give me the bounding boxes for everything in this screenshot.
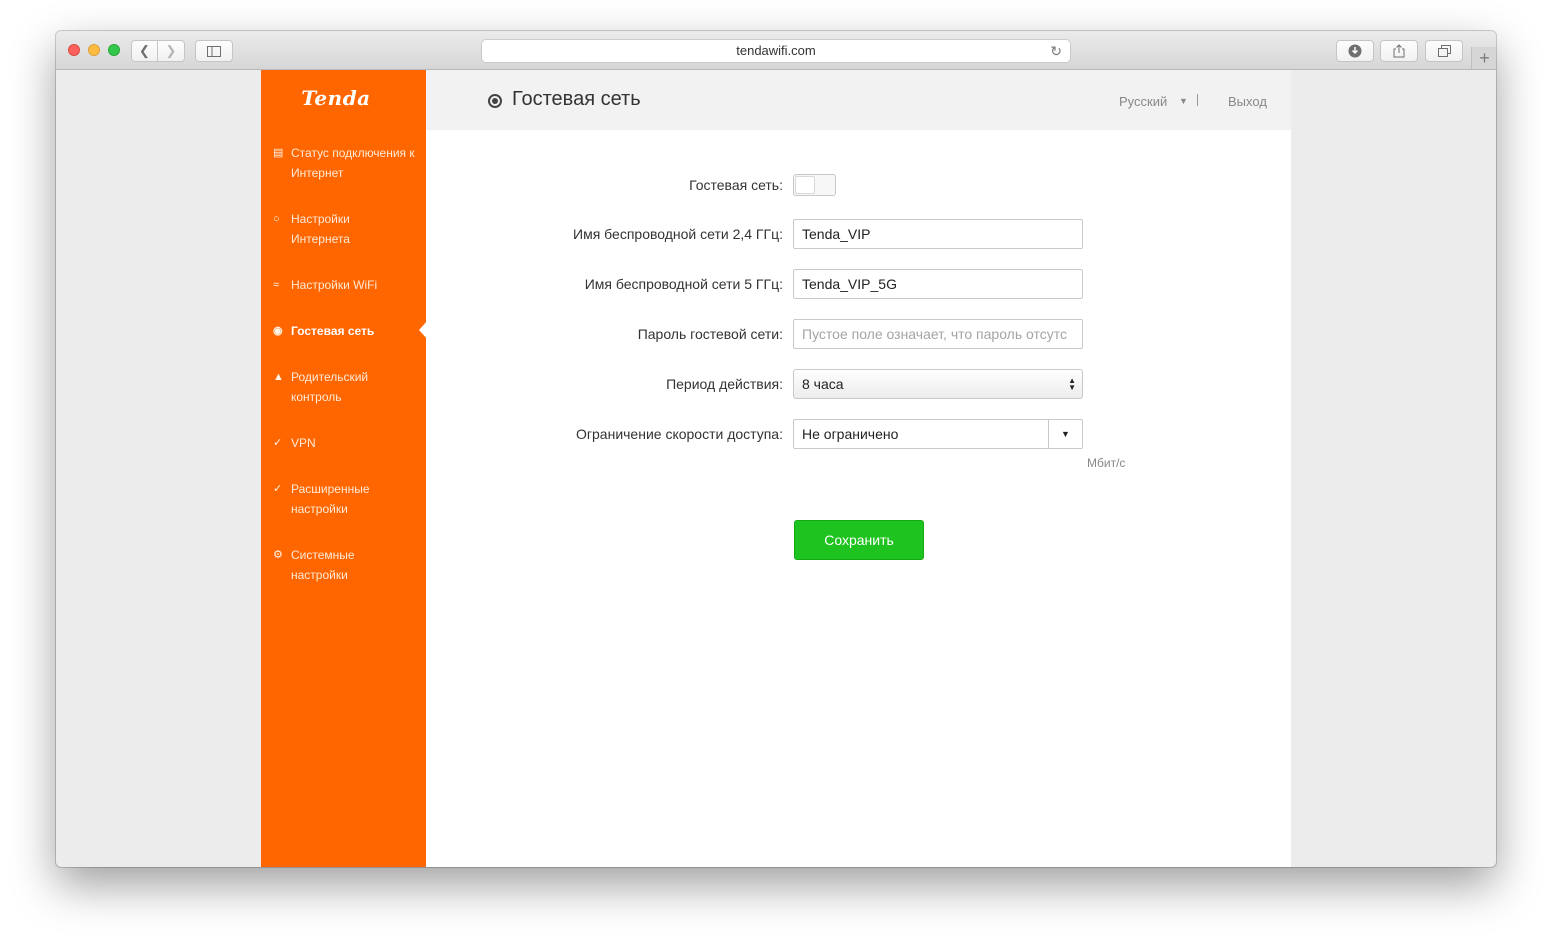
chevron-down-icon[interactable]: ▼ — [1179, 94, 1188, 109]
sidebar-item-guest-network[interactable]: ◉ Гостевая сеть — [273, 321, 418, 341]
sidebar-item-label: Системные — [291, 548, 355, 562]
period-select[interactable]: 8 часа ▲ ▼ — [793, 369, 1083, 399]
page-title: Гостевая сеть — [488, 88, 641, 111]
zoom-window-button[interactable] — [108, 44, 120, 56]
tabs-overview-icon[interactable] — [1425, 40, 1463, 62]
period-label: Период действия: — [666, 376, 783, 392]
tenda-logo: Tenda — [301, 86, 371, 110]
back-icon[interactable]: ❮ — [131, 40, 158, 62]
sidebar-item-label: VPN — [291, 436, 316, 450]
sidebar-item-label: Статус подключения к — [291, 146, 415, 160]
ssid-5-input[interactable] — [793, 269, 1083, 299]
sidebar-item-label: настройки — [291, 568, 348, 582]
browser-window: ❮ ❯ tendawifi.com ↻ + Tenda ▤ Статус под… — [56, 31, 1496, 867]
ssid-5-label: Имя беспроводной сети 5 ГГц: — [584, 276, 783, 292]
guest-network-icon: ◉ — [273, 325, 283, 337]
close-window-button[interactable] — [68, 44, 80, 56]
sidebar-item-vpn[interactable]: ✓ VPN — [273, 433, 418, 453]
period-value: 8 часа — [802, 376, 844, 392]
sidebar-item-label: настройки — [291, 502, 348, 516]
sidebar-menu: Tenda ▤ Статус подключения к Интернет ○ Н… — [261, 70, 428, 867]
browser-toolbar: ❮ ❯ tendawifi.com ↻ + — [56, 31, 1496, 70]
minimize-window-button[interactable] — [88, 44, 100, 56]
url-text: tendawifi.com — [736, 43, 816, 58]
toggle-knob — [795, 176, 815, 194]
sidebar-item-label: Интернета — [291, 232, 350, 246]
sidebar-item-label: Родительский — [291, 370, 369, 384]
guest-network-label: Гостевая сеть: — [689, 177, 783, 193]
page-title-text: Гостевая сеть — [512, 88, 641, 110]
share-icon[interactable] — [1380, 40, 1418, 62]
history-navigation: ❮ ❯ — [131, 40, 185, 62]
sidebar-toggle-icon[interactable] — [195, 40, 233, 62]
sidebar-item-internet-status[interactable]: ▤ Статус подключения к Интернет — [273, 143, 418, 183]
wifi-icon: ≈ — [273, 279, 280, 291]
updown-arrows-icon: ▲ ▼ — [1068, 376, 1076, 392]
logout-link[interactable]: Выход — [1228, 94, 1267, 109]
speed-unit: Мбит/с — [1087, 456, 1126, 470]
sidebar-item-system[interactable]: ⚙ Системные настройки — [273, 545, 418, 585]
sidebar-item-label: Настройки — [291, 212, 350, 226]
sidebar-item-advanced[interactable]: ✓ Расширенные настройки — [273, 479, 418, 519]
forward-icon[interactable]: ❯ — [158, 40, 185, 62]
sidebar-item-label: контроль — [291, 390, 342, 404]
sidebar-item-label: Интернет — [291, 166, 344, 180]
gear-icon: ⚙ — [273, 549, 283, 561]
speed-limit-value: Не ограничено — [802, 426, 899, 442]
reload-icon[interactable]: ↻ — [1050, 40, 1062, 62]
language-selector[interactable]: Русский — [1119, 94, 1167, 109]
page-header: Гостевая сеть Русский ▼ Выход — [426, 70, 1291, 130]
sidebar-item-label: Настройки WiFi — [291, 278, 378, 292]
vpn-icon: ✓ — [273, 437, 283, 449]
sidebar-item-internet-settings[interactable]: ○ Настройки Интернета — [273, 209, 418, 249]
guest-password-label: Пароль гостевой сети: — [637, 326, 783, 342]
header-divider — [1197, 94, 1198, 106]
sidebar-item-parental-control[interactable]: ▲ Родительский контроль — [273, 367, 418, 407]
parental-control-icon: ▲ — [273, 371, 284, 383]
router-status-icon: ▤ — [273, 147, 284, 159]
tools-icon: ✓ — [273, 483, 283, 495]
guest-password-input[interactable] — [793, 319, 1083, 349]
save-button[interactable]: Сохранить — [794, 520, 924, 560]
new-tab-button[interactable]: + — [1471, 47, 1496, 69]
sidebar-item-label: Гостевая сеть — [291, 324, 375, 338]
sidebar-item-label: Расширенные — [291, 482, 370, 496]
guest-network-icon — [488, 93, 502, 108]
chevron-down-icon[interactable]: ▼ — [1048, 420, 1082, 448]
speed-limit-label: Ограничение скорости доступа: — [576, 426, 783, 442]
ssid-24-input[interactable] — [793, 219, 1083, 249]
address-bar[interactable]: tendawifi.com ↻ — [481, 39, 1071, 63]
guest-network-toggle[interactable] — [793, 174, 836, 196]
downloads-icon[interactable] — [1336, 40, 1374, 62]
globe-icon: ○ — [273, 213, 280, 225]
ssid-24-label: Имя беспроводной сети 2,4 ГГц: — [573, 226, 783, 242]
sidebar-item-wifi-settings[interactable]: ≈ Настройки WiFi — [273, 275, 418, 295]
main-content: Гостевая сеть Русский ▼ Выход Гостевая с… — [426, 70, 1291, 867]
speed-limit-combo[interactable]: Не ограничено ▼ — [793, 419, 1083, 449]
